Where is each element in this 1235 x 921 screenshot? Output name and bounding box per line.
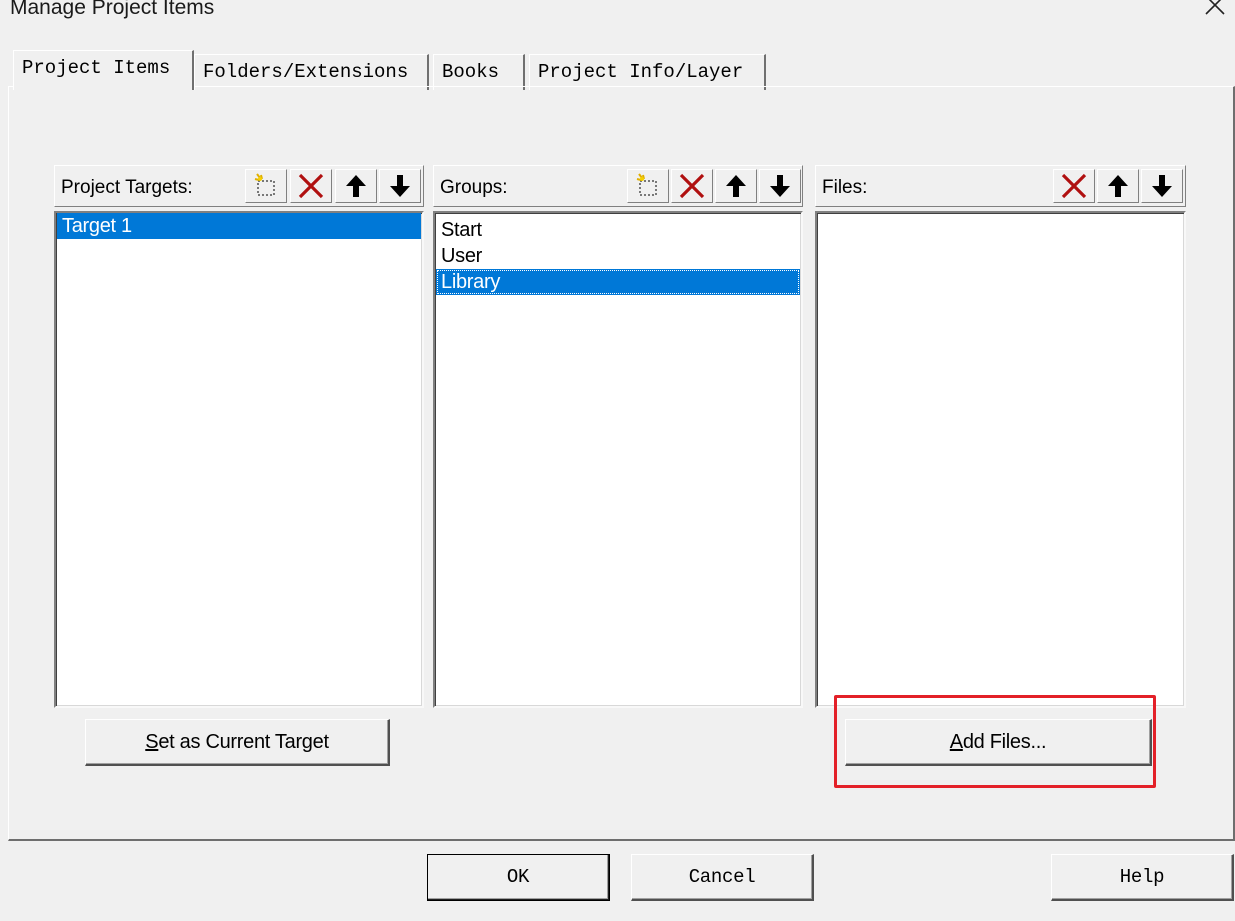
list-item-user[interactable]: User: [436, 243, 800, 269]
delete-icon: [678, 172, 706, 200]
set-current-accesskey: S: [145, 730, 159, 753]
list-item-start[interactable]: Start: [436, 217, 800, 243]
highlight-annotation: [834, 695, 1156, 788]
files-list[interactable]: [815, 211, 1186, 708]
list-item-target-1[interactable]: Target 1: [57, 213, 421, 239]
groups-header-label: Groups:: [440, 177, 508, 198]
delete-group-button[interactable]: [671, 169, 713, 203]
new-icon: [252, 173, 280, 199]
groups-header: Groups:: [433, 165, 803, 207]
move-file-down-button[interactable]: [1141, 169, 1183, 203]
files-header-label: Files:: [822, 177, 868, 198]
window-title: Manage Project Items: [10, 0, 215, 19]
delete-icon: [1060, 172, 1088, 200]
delete-icon: [297, 172, 325, 200]
targets-header: Project Targets:: [54, 165, 424, 207]
tab-books[interactable]: Books: [433, 54, 525, 90]
new-target-button[interactable]: [245, 169, 287, 203]
targets-header-label: Project Targets:: [61, 177, 193, 198]
new-group-button[interactable]: [627, 169, 669, 203]
targets-list[interactable]: Target 1: [54, 211, 424, 708]
help-button[interactable]: Help: [1051, 854, 1234, 901]
list-item-library[interactable]: Library: [436, 269, 800, 295]
close-icon[interactable]: [1198, 0, 1232, 24]
tab-project-info-layer[interactable]: Project Info/Layer: [529, 54, 766, 90]
move-target-up-button[interactable]: [335, 169, 377, 203]
set-as-current-target-button[interactable]: Set as Current Target: [85, 719, 390, 766]
move-group-down-button[interactable]: [759, 169, 801, 203]
files-header: Files:: [815, 165, 1186, 207]
move-down-icon: [768, 173, 792, 199]
move-down-icon: [388, 173, 412, 199]
move-file-up-button[interactable]: [1097, 169, 1139, 203]
new-icon: [634, 173, 662, 199]
tab-folders-extensions[interactable]: Folders/Extensions: [194, 54, 429, 90]
move-up-icon: [344, 173, 368, 199]
ok-button[interactable]: OK: [427, 854, 610, 901]
cancel-button[interactable]: Cancel: [631, 854, 814, 901]
move-up-icon: [1106, 173, 1130, 199]
set-current-label: et as Current Target: [158, 730, 329, 753]
tab-project-items[interactable]: Project Items: [13, 50, 194, 90]
move-target-down-button[interactable]: [379, 169, 421, 203]
delete-target-button[interactable]: [290, 169, 332, 203]
groups-list[interactable]: Start User Library: [433, 211, 803, 708]
delete-file-button[interactable]: [1053, 169, 1095, 203]
move-group-up-button[interactable]: [715, 169, 757, 203]
move-up-icon: [724, 173, 748, 199]
move-down-icon: [1150, 173, 1174, 199]
